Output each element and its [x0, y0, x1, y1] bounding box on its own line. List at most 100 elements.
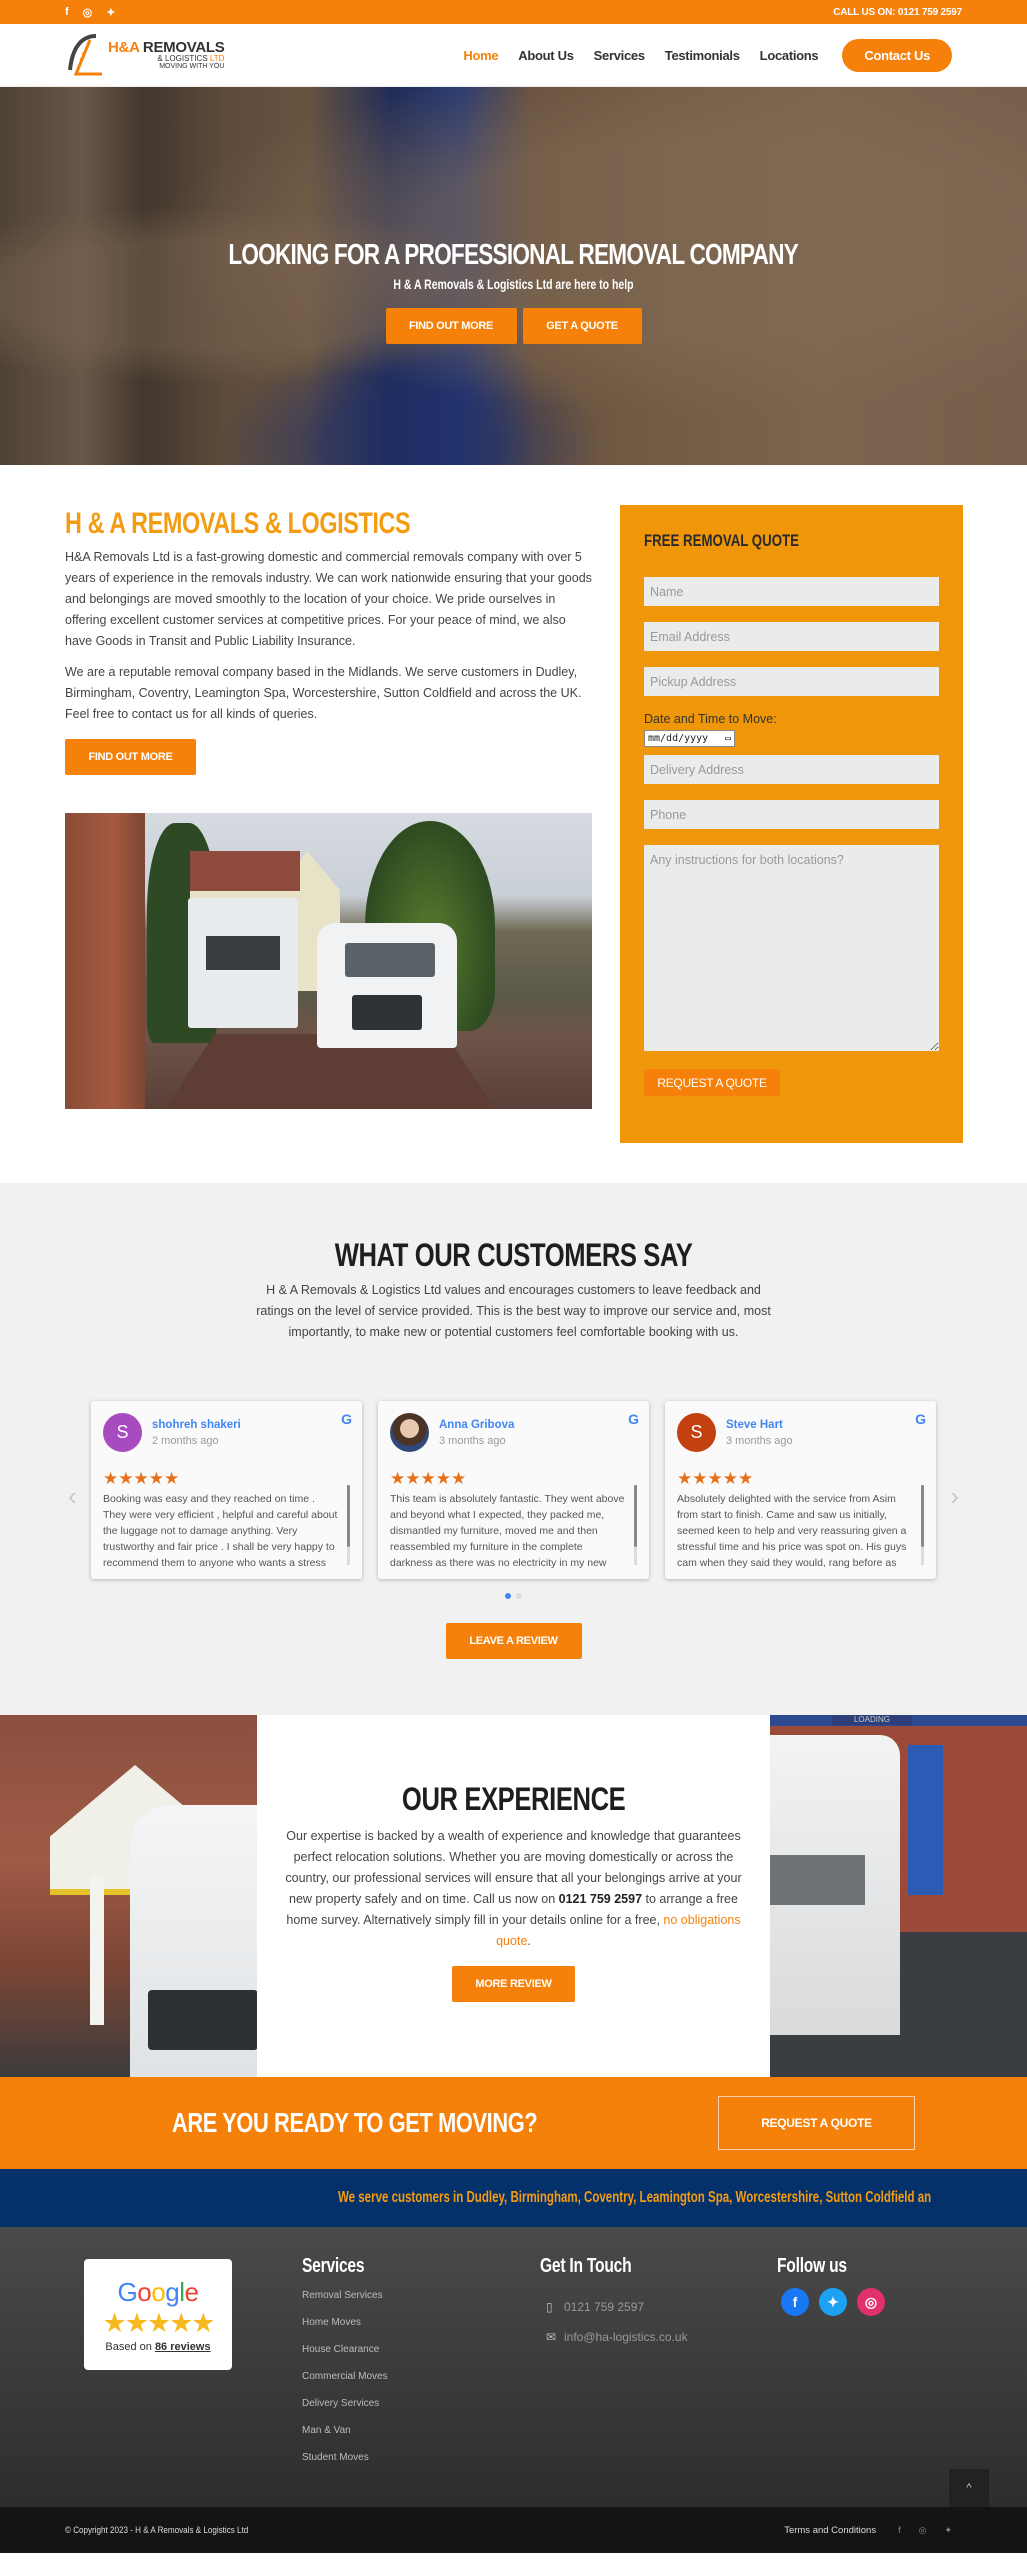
- scroll-to-top-button[interactable]: ^: [949, 2469, 989, 2507]
- more-review-button[interactable]: MORE REVIEW: [452, 1966, 575, 2002]
- copyright-text: © Copyright 2023 - H & A Removals & Logi…: [65, 2524, 249, 2536]
- cta-request-quote-button[interactable]: REQUEST A QUOTE: [718, 2096, 915, 2150]
- experience-text-3: .: [527, 1934, 531, 1948]
- twitter-icon[interactable]: ✦: [819, 2288, 847, 2316]
- instructions-textarea[interactable]: [644, 845, 939, 1051]
- name-input[interactable]: [644, 577, 939, 606]
- phone-icon: ▯: [546, 2300, 553, 2314]
- phone-input[interactable]: [644, 800, 939, 829]
- reviews-carousel: ‹ S shohreh shakeri 2 months ago G ★★★★★…: [0, 1401, 1027, 1579]
- twitter-icon[interactable]: ✦: [944, 2525, 952, 2536]
- top-social-links: f ◎ ✦: [65, 6, 116, 19]
- footer-email[interactable]: info@ha-logistics.co.uk: [564, 2330, 688, 2344]
- testimonials-section: WHAT OUR CUSTOMERS SAY H & A Removals & …: [0, 1183, 1027, 1715]
- instagram-icon[interactable]: ◎: [83, 6, 93, 19]
- truck-loading-photo: LOADING: [770, 1715, 1027, 2077]
- google-reviews-badge[interactable]: Google ★★★★★ Based on 86 reviews: [84, 2259, 232, 2370]
- footer-link-student-moves[interactable]: Student Moves: [302, 2452, 388, 2463]
- review-scrollbar[interactable]: [347, 1485, 350, 1565]
- call-us-text[interactable]: CALL US ON: 0121 759 2597: [833, 7, 962, 18]
- main-nav: Home About Us Services Testimonials Loca…: [463, 38, 952, 72]
- carousel-dot-1[interactable]: [505, 1593, 511, 1599]
- footer-phone[interactable]: 0121 759 2597: [564, 2300, 644, 2314]
- testimonials-intro: H & A Removals & Logistics Ltd values an…: [256, 1283, 771, 1339]
- review-time: 2 months ago: [152, 1434, 219, 1447]
- review-time: 3 months ago: [726, 1434, 793, 1447]
- google-rating-stars: ★★★★★: [102, 2308, 215, 2338]
- footer-link-home-moves[interactable]: Home Moves: [302, 2317, 388, 2328]
- google-icon: G: [915, 1411, 926, 1427]
- facebook-icon[interactable]: f: [65, 6, 69, 19]
- instagram-icon[interactable]: ◎: [857, 2288, 885, 2316]
- carousel-dot-2[interactable]: [516, 1593, 522, 1599]
- nav-home[interactable]: Home: [463, 48, 498, 63]
- terms-link[interactable]: Terms and Conditions: [784, 2525, 876, 2536]
- footer-services-title: Services: [302, 2255, 365, 2277]
- review-card: S Steve Hart 3 months ago G ★★★★★ Absolu…: [665, 1401, 936, 1579]
- reviews-count-link[interactable]: 86 reviews: [155, 2341, 211, 2353]
- google-based-on: Based on 86 reviews: [84, 2341, 232, 2353]
- footer-follow: Follow us f ✦ ◎: [777, 2255, 885, 2316]
- carousel-prev-arrow-icon[interactable]: ‹: [68, 1481, 77, 1512]
- hero-banner: LOOKING FOR A PROFESSIONAL REMOVAL COMPA…: [0, 87, 1027, 465]
- review-scrollbar[interactable]: [921, 1485, 924, 1565]
- facebook-icon[interactable]: f: [898, 2525, 901, 2536]
- about-paragraph-1: H&A Removals Ltd is a fast-growing domes…: [65, 550, 592, 648]
- hero-subtitle: H & A Removals & Logistics Ltd are here …: [393, 276, 634, 292]
- loading-sign: LOADING: [832, 1715, 912, 1725]
- about-find-out-more-button[interactable]: FIND OUT MORE: [65, 739, 196, 775]
- google-logo: Google: [117, 2277, 199, 2307]
- move-date-input[interactable]: mm/dd/yyyy ▭: [644, 730, 735, 747]
- reviewer-name[interactable]: shohreh shakeri: [152, 1419, 241, 1431]
- instagram-icon[interactable]: ◎: [919, 2525, 927, 2536]
- carousel-next-arrow-icon[interactable]: ›: [950, 1481, 959, 1512]
- review-scrollbar[interactable]: [634, 1485, 637, 1565]
- footer-link-house-clearance[interactable]: House Clearance: [302, 2344, 388, 2355]
- review-stars: ★★★★★: [390, 1469, 467, 1488]
- leave-review-button[interactable]: LEAVE A REVIEW: [445, 1623, 582, 1659]
- site-footer: Google ★★★★★ Based on 86 reviews Service…: [0, 2227, 1027, 2507]
- about-section: H & A REMOVALS & LOGISTICS H&A Removals …: [0, 465, 1027, 1183]
- logo-line2-b: LTD: [209, 54, 225, 63]
- based-on-text: Based on: [105, 2341, 155, 2353]
- review-text: Booking was easy and they reached on tim…: [103, 1493, 338, 1569]
- hero-title: LOOKING FOR A PROFESSIONAL REMOVAL COMPA…: [228, 239, 799, 271]
- carousel-pagination: [0, 1593, 1027, 1599]
- about-title: H & A REMOVALS & LOGISTICS: [65, 507, 411, 540]
- request-quote-submit-button[interactable]: REQUEST A QUOTE: [644, 1069, 780, 1096]
- reviewer-name[interactable]: Steve Hart: [726, 1419, 793, 1431]
- nav-about-us[interactable]: About Us: [518, 48, 574, 63]
- contact-us-button[interactable]: Contact Us: [842, 38, 952, 72]
- email-input[interactable]: [644, 622, 939, 651]
- footer-services: Services Removal Services Home Moves Hou…: [302, 2255, 388, 2463]
- logo-road-icon: [68, 34, 102, 76]
- twitter-icon[interactable]: ✦: [106, 6, 115, 19]
- review-time: 3 months ago: [439, 1434, 506, 1447]
- footer-link-man-van[interactable]: Man & Van: [302, 2425, 388, 2436]
- delivery-address-input[interactable]: [644, 755, 939, 784]
- pickup-address-input[interactable]: [644, 667, 939, 696]
- hero-find-out-more-button[interactable]: FIND OUT MORE: [385, 308, 517, 344]
- ticker-text: We serve customers in Dudley, Birmingham…: [338, 2189, 932, 2206]
- review-stars: ★★★★★: [677, 1469, 754, 1488]
- review-stars: ★★★★★: [103, 1469, 180, 1488]
- facebook-icon[interactable]: f: [781, 2288, 809, 2316]
- footer-link-commercial-moves[interactable]: Commercial Moves: [302, 2371, 388, 2382]
- date-value: mm/dd/yyyy: [648, 733, 709, 744]
- hero-get-quote-button[interactable]: GET A QUOTE: [522, 308, 642, 344]
- site-logo[interactable]: H&A REMOVALS & LOGISTICS LTD MOVING WITH…: [66, 30, 236, 80]
- bottom-bar: © Copyright 2023 - H & A Removals & Logi…: [0, 2507, 1027, 2553]
- experience-paragraph: Our expertise is backed by a wealth of e…: [284, 1826, 744, 1952]
- calendar-icon[interactable]: ▭: [725, 733, 731, 744]
- locations-ticker: We serve customers in Dudley, Birmingham…: [0, 2169, 1027, 2227]
- van-house-photo: [0, 1715, 257, 2077]
- footer-link-removal-services[interactable]: Removal Services: [302, 2290, 388, 2301]
- nav-testimonials[interactable]: Testimonials: [665, 48, 740, 63]
- cta-title: ARE YOU READY TO GET MOVING?: [172, 2107, 538, 2138]
- nav-services[interactable]: Services: [594, 48, 645, 63]
- nav-locations[interactable]: Locations: [760, 48, 819, 63]
- logo-line1-a: H&A: [108, 39, 143, 56]
- reviewer-name[interactable]: Anna Gribova: [439, 1419, 514, 1431]
- footer-link-delivery-services[interactable]: Delivery Services: [302, 2398, 388, 2409]
- experience-phone: 0121 759 2597: [558, 1892, 643, 1906]
